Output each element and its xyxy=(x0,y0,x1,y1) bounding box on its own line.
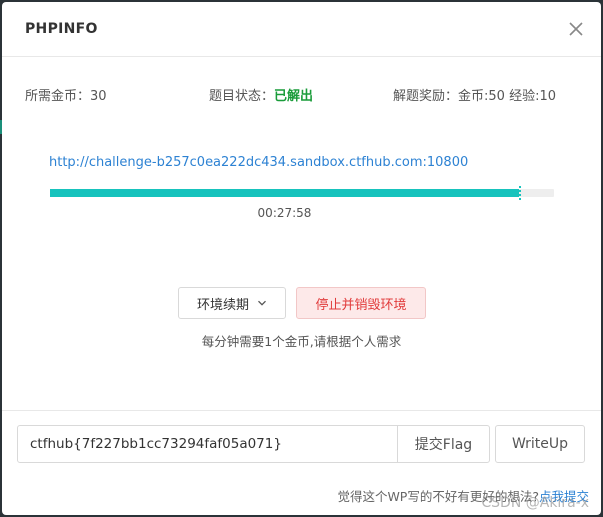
solve-reward-value: 金币:50 经验:10 xyxy=(458,89,556,104)
required-coins-label: 所需金币： xyxy=(25,89,91,104)
billing-hint: 每分钟需要1个金币,请根据个人需求 xyxy=(201,334,402,349)
solve-reward-label: 解题奖励： xyxy=(393,89,459,104)
challenge-modal: PHPINFO 所需金币：30 题目状态：已解出 解题奖励：金币:50 经验:1… xyxy=(2,2,601,515)
solve-reward: 解题奖励：金币:50 经验:10 xyxy=(393,85,556,104)
modal-header: PHPINFO xyxy=(2,2,601,57)
writeup-feedback: 觉得这个WP写的不好有更好的想法?点我提交 xyxy=(337,486,589,505)
challenge-status: 题目状态：已解出 xyxy=(209,85,313,104)
environment-url-link[interactable]: http://challenge-b257c0ea222dc434.sandbo… xyxy=(49,155,468,170)
challenge-status-value: 已解出 xyxy=(274,89,314,104)
required-coins: 所需金币：30 xyxy=(25,85,107,104)
modal-title: PHPINFO xyxy=(25,21,98,37)
time-remaining-marker xyxy=(519,186,521,200)
renew-label: 环境续期 xyxy=(196,297,249,313)
challenge-info-row: 所需金币：30 题目状态：已解出 解题奖励：金币:50 经验:10 xyxy=(2,85,601,105)
renew-environment-button[interactable]: 环境续期 xyxy=(178,287,286,319)
flag-input[interactable] xyxy=(17,425,398,463)
challenge-status-label: 题目状态： xyxy=(209,89,275,104)
feedback-submit-link[interactable]: 点我提交 xyxy=(539,489,589,504)
time-remaining-bar xyxy=(50,186,554,200)
destroy-environment-button[interactable]: 停止并销毁环境 xyxy=(296,287,426,319)
feedback-text: 觉得这个WP写的不好有更好的想法? xyxy=(337,489,539,504)
time-remaining-text: 00:27:58 xyxy=(257,206,312,220)
writeup-button[interactable]: WriteUp xyxy=(495,425,585,463)
submit-flag-button[interactable]: 提交Flag xyxy=(397,425,490,463)
chevron-down-icon xyxy=(258,300,266,306)
close-icon[interactable] xyxy=(567,20,585,38)
required-coins-value: 30 xyxy=(90,89,107,104)
flag-submit-bar: 提交Flag WriteUp 觉得这个WP写的不好有更好的想法?点我提交 xyxy=(2,410,601,515)
time-remaining-fill xyxy=(50,189,519,197)
